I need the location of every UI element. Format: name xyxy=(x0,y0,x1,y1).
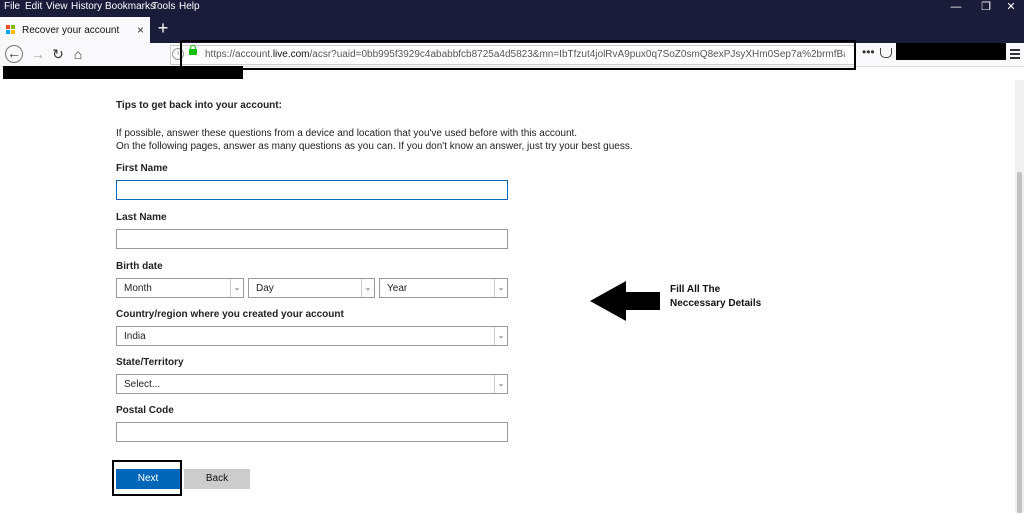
postal-code-input[interactable] xyxy=(116,422,508,442)
page-actions-more-icon[interactable]: ••• xyxy=(862,45,875,59)
intro-text: If possible, answer these questions from… xyxy=(116,127,633,153)
menu-tools[interactable]: Tools xyxy=(152,1,175,12)
scrollbar-thumb[interactable] xyxy=(1017,172,1022,513)
hamburger-menu-icon[interactable] xyxy=(1010,49,1020,61)
home-icon[interactable]: ⌂ xyxy=(68,45,88,63)
tab-close-icon[interactable]: × xyxy=(137,23,144,37)
page-heading: Tips to get back into your account: xyxy=(116,100,282,111)
chevron-down-icon: ⌄ xyxy=(494,327,507,345)
intro-line: On the following pages, answer as many q… xyxy=(116,141,633,152)
select-value: Month xyxy=(124,283,152,294)
last-name-label: Last Name xyxy=(116,212,167,223)
state-label: State/Territory xyxy=(116,357,184,368)
first-name-input[interactable] xyxy=(116,180,508,200)
next-button[interactable]: Next xyxy=(116,469,180,489)
redaction-bar xyxy=(3,66,243,79)
chevron-down-icon: ⌄ xyxy=(361,279,374,297)
select-value: Day xyxy=(256,283,274,294)
state-select[interactable]: Select... ⌄ xyxy=(116,374,508,394)
country-label: Country/region where you created your ac… xyxy=(116,309,344,320)
redaction-bar xyxy=(896,43,1006,60)
intro-line: If possible, answer these questions from… xyxy=(116,128,578,139)
minimize-icon[interactable]: — xyxy=(940,0,972,15)
select-value: Year xyxy=(387,283,408,294)
menu-bar: File Edit View History Bookmarks Tools H… xyxy=(0,0,1024,15)
birth-day-select[interactable]: Day ⌄ xyxy=(248,278,375,298)
back-arrow-icon[interactable]: ← xyxy=(5,45,23,63)
menu-help[interactable]: Help xyxy=(179,1,200,12)
tab-strip: Recover your account × + xyxy=(0,15,1024,43)
reload-icon[interactable]: ↻ xyxy=(48,45,68,63)
new-tab-icon[interactable]: + xyxy=(153,19,173,39)
back-button[interactable]: Back xyxy=(184,469,250,489)
menu-view[interactable]: View xyxy=(46,1,68,12)
chevron-down-icon: ⌄ xyxy=(230,279,243,297)
url-highlight-box xyxy=(180,40,856,70)
left-arrow-icon xyxy=(590,281,660,321)
page-scrollbar[interactable] xyxy=(1015,80,1024,513)
first-name-label: First Name xyxy=(116,163,168,174)
annotation-line: Fill All The xyxy=(670,284,721,295)
select-value: Select... xyxy=(124,379,161,390)
tab-recover-account[interactable]: Recover your account × xyxy=(0,17,150,43)
annotation-line: Neccessary Details xyxy=(670,298,762,309)
menu-file[interactable]: File xyxy=(4,1,20,12)
forward-arrow-icon[interactable]: → xyxy=(28,45,48,63)
birth-year-select[interactable]: Year ⌄ xyxy=(379,278,508,298)
annotation-text: Fill All The Neccessary Details xyxy=(670,283,761,311)
chevron-down-icon: ⌄ xyxy=(494,279,507,297)
birth-month-select[interactable]: Month ⌄ xyxy=(116,278,244,298)
postal-code-label: Postal Code xyxy=(116,405,174,416)
menu-bookmarks[interactable]: Bookmarks xyxy=(105,1,155,12)
tab-title: Recover your account xyxy=(22,25,120,36)
birth-date-label: Birth date xyxy=(116,261,163,272)
last-name-input[interactable] xyxy=(116,229,508,249)
pocket-icon[interactable] xyxy=(880,48,892,58)
select-value: India xyxy=(124,331,146,342)
microsoft-logo-icon xyxy=(6,25,16,35)
chevron-down-icon: ⌄ xyxy=(494,375,507,393)
close-window-icon[interactable]: ✕ xyxy=(995,0,1024,15)
menu-history[interactable]: History xyxy=(71,1,102,12)
country-select[interactable]: India ⌄ xyxy=(116,326,508,346)
menu-edit[interactable]: Edit xyxy=(25,1,42,12)
